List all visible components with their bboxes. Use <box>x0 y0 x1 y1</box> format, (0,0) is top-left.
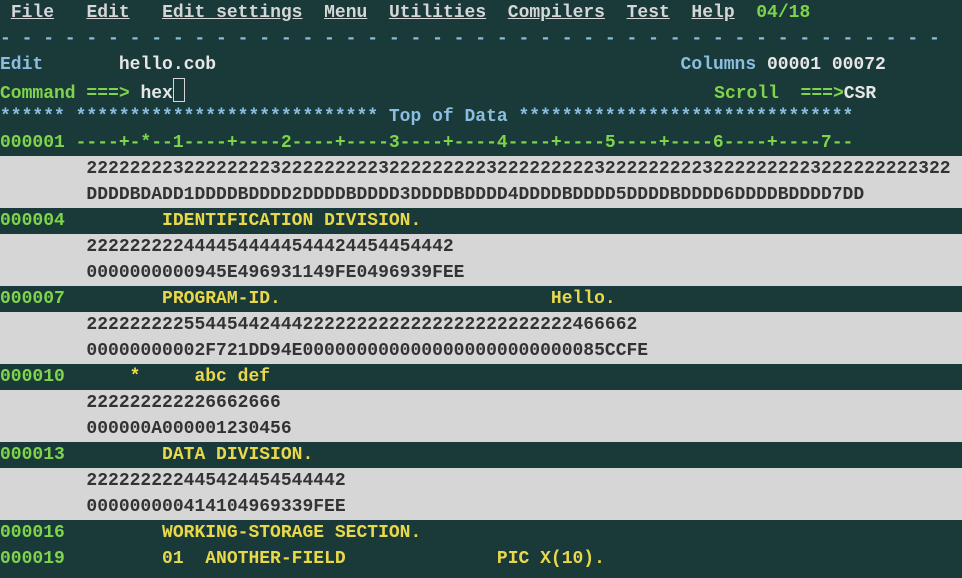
source-text[interactable]: IDENTIFICATION DIVISION. <box>76 211 422 231</box>
line-4-hex-b: 0000000000945E496931149FE0496939FEE <box>0 260 962 286</box>
line-13: 000013 DATA DIVISION. <box>0 442 962 468</box>
command-row: Command ===> hex Scroll ===>CSR <box>0 78 962 104</box>
text-cursor <box>173 78 185 102</box>
source-text[interactable]: 01 ANOTHER-FIELD PIC X(10). <box>76 549 605 569</box>
columns-from: 00001 <box>767 55 821 75</box>
line-13-hex-a: 222222222445424454544442 <box>0 468 962 494</box>
line-7-hex-b: 00000000002F721DD94E00000000000000000000… <box>0 338 962 364</box>
file-name: hello.cob <box>119 55 216 75</box>
scroll-label: Scroll ===> <box>714 84 844 104</box>
menu-edit[interactable]: Edit <box>86 0 129 26</box>
line-16: 000016 WORKING-STORAGE SECTION. <box>0 520 962 546</box>
mode-label: Edit <box>0 55 43 75</box>
menu-test[interactable]: Test <box>627 0 670 26</box>
edit-header: Edit hello.cob Columns 00001 00072 <box>0 52 962 78</box>
line-13-hex-b: 000000000414104969339FEE <box>0 494 962 520</box>
menu-bar: File Edit Edit_settings Menu Utilities C… <box>0 0 962 26</box>
source-text[interactable]: PROGRAM-ID. Hello. <box>76 289 616 309</box>
columns-label: Columns <box>681 55 757 75</box>
columns-to: 00072 <box>832 55 886 75</box>
line-number[interactable]: 000019 <box>0 549 65 569</box>
line-number[interactable]: 000001 <box>0 133 65 153</box>
line-7: 000007 PROGRAM-ID. Hello. <box>0 286 962 312</box>
menu-file[interactable]: File <box>11 0 54 26</box>
line-4-hex-a: 2222222224444544444544424454454442 <box>0 234 962 260</box>
top-of-data: ****** **************************** Top … <box>0 104 962 130</box>
line-number[interactable]: 000007 <box>0 289 65 309</box>
menu-menu[interactable]: Menu <box>324 0 367 26</box>
menu-help[interactable]: Help <box>691 0 734 26</box>
source-text[interactable]: DATA DIVISION. <box>76 445 314 465</box>
line-10: 000010 * abc def <box>0 364 962 390</box>
line-number[interactable]: 000013 <box>0 445 65 465</box>
ruler: ----+-*--1----+----2----+----3----+----4… <box>65 133 854 153</box>
line-19: 000019 01 ANOTHER-FIELD PIC X(10). <box>0 546 962 572</box>
line-1-hex-b: DDDDBDADD1DDDDBDDDD2DDDDBDDDD3DDDDBDDDD4… <box>0 182 962 208</box>
menu-edit-settings[interactable]: Edit_settings <box>162 0 302 26</box>
command-input[interactable]: hex <box>140 84 172 104</box>
line-7-hex-a: 2222222225544544244422222222222222222222… <box>0 312 962 338</box>
line-10-hex-b: 000000A000001230456 <box>0 416 962 442</box>
source-text[interactable]: * abc def <box>76 367 270 387</box>
line-number[interactable]: 000016 <box>0 523 65 543</box>
line-1: 000001 ----+-*--1----+----2----+----3---… <box>0 130 962 156</box>
line-1-hex-a: 2222222232222222232222222223222222222322… <box>0 156 962 182</box>
menu-compilers[interactable]: Compilers <box>508 0 605 26</box>
line-number[interactable]: 000010 <box>0 367 65 387</box>
line-number[interactable]: 000004 <box>0 211 65 231</box>
line-10-hex-a: 222222222226662666 <box>0 390 962 416</box>
menu-utilities[interactable]: Utilities <box>389 0 486 26</box>
source-text[interactable]: WORKING-STORAGE SECTION. <box>76 523 422 543</box>
command-label: Command ===> <box>0 84 140 104</box>
line-4: 000004 IDENTIFICATION DIVISION. <box>0 208 962 234</box>
page-counter: 04/18 <box>756 0 810 26</box>
divider: - - - - - - - - - - - - - - - - - - - - … <box>0 26 962 52</box>
scroll-value[interactable]: CSR <box>844 84 876 104</box>
